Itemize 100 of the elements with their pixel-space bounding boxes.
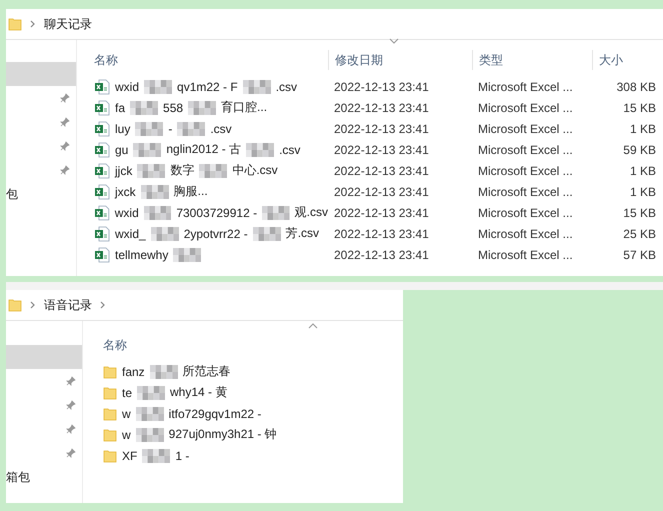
size-cell-text: 59 KB [622, 142, 656, 156]
mosaic-patch [150, 364, 178, 378]
mosaic-patch [199, 164, 228, 178]
file-name[interactable]: gu [115, 142, 128, 156]
breadcrumb-item[interactable]: 聊天记录 [44, 16, 92, 32]
spreadsheet-icon [94, 226, 110, 242]
type-cell-text: Microsoft Excel ... [477, 164, 574, 178]
pin-icon[interactable] [60, 141, 70, 151]
file-name[interactable]: 1 - [175, 448, 190, 462]
mosaic-patch [173, 248, 202, 262]
column-header[interactable]: 类型 [479, 53, 503, 67]
file-name[interactable]: 73003729912 - [176, 206, 258, 220]
file-name[interactable]: 所范志春 [182, 363, 231, 380]
mosaic-patch [144, 206, 172, 220]
mosaic-patch [135, 122, 164, 136]
folder-icon [103, 428, 117, 442]
date-cell-text: 2022-12-13 23:41 [333, 184, 430, 198]
file-name[interactable]: te [122, 386, 132, 400]
mosaic-patch [136, 428, 164, 442]
size-cell-text: 15 KB [622, 100, 656, 114]
pin-icon[interactable] [66, 424, 76, 434]
file-name[interactable]: 2ypotvrr22 - [184, 226, 248, 240]
spreadsheet-icon [94, 78, 110, 94]
column-header[interactable]: 名称 [94, 53, 118, 67]
spreadsheet-icon [94, 184, 110, 200]
file-name[interactable]: XF [122, 448, 138, 462]
pin-icon[interactable] [60, 117, 70, 127]
column-header[interactable]: 修改日期 [335, 53, 383, 67]
type-cell-text: Microsoft Excel ... [477, 184, 574, 198]
type-cell-text: Microsoft Excel ... [477, 248, 574, 262]
date-cell-text: 2022-12-13 23:41 [333, 142, 430, 156]
spreadsheet-icon [94, 142, 110, 158]
mosaic-patch [242, 80, 271, 94]
file-name[interactable]: - [168, 122, 172, 136]
file-name[interactable]: jjck [115, 164, 132, 178]
file-name[interactable]: itfo729gqv1m22 - [168, 406, 262, 420]
column-header[interactable]: 名称 [103, 338, 127, 352]
file-name[interactable]: fa [115, 100, 126, 114]
mosaic-patch [144, 80, 172, 94]
file-name[interactable]: jxck [115, 184, 136, 198]
date-cell-text: 2022-12-13 23:41 [333, 164, 430, 178]
file-name[interactable]: w [122, 428, 131, 442]
pin-icon[interactable] [66, 400, 76, 410]
file-name[interactable]: 927uj0nmy3h21 - 钟 [168, 426, 277, 443]
file-name[interactable]: nglin2012 - 古 [166, 141, 242, 158]
mosaic-patch [262, 206, 290, 220]
date-cell-text: 2022-12-13 23:41 [333, 80, 430, 94]
file-name[interactable]: wxid_ [115, 226, 146, 240]
file-name[interactable]: fanz [122, 364, 145, 378]
file-name[interactable]: why14 - 黄 [170, 384, 228, 401]
type-cell-text: Microsoft Excel ... [477, 142, 574, 156]
file-name[interactable]: .csv [276, 80, 298, 94]
file-name[interactable]: 芳.csv [286, 225, 320, 242]
file-name[interactable]: wxid [114, 206, 139, 220]
pin-icon[interactable] [66, 448, 76, 458]
date-cell-text: 2022-12-13 23:41 [333, 248, 430, 262]
size-cell-text: 15 KB [622, 206, 656, 220]
folder-icon [103, 386, 117, 400]
mosaic-patch [137, 386, 166, 400]
spreadsheet-icon [94, 120, 110, 136]
breadcrumb-item[interactable]: 语音记录 [44, 296, 92, 314]
file-name[interactable]: luy [115, 122, 130, 136]
pin-icon[interactable] [60, 93, 70, 103]
folder-icon [103, 448, 117, 462]
folder-icon [8, 298, 22, 312]
file-name[interactable]: 558 [163, 100, 184, 114]
nav-item[interactable]: 包 [6, 182, 76, 206]
mosaic-patch [137, 164, 166, 178]
nav-item[interactable]: 箱包 [6, 465, 82, 489]
folder-icon [103, 364, 117, 378]
folder-icon [103, 406, 117, 420]
file-name[interactable]: .csv [279, 142, 300, 156]
type-cell-text: Microsoft Excel ... [477, 226, 574, 240]
file-name[interactable]: tellmewhy [115, 248, 168, 262]
spreadsheet-icon [94, 246, 110, 262]
file-name[interactable]: 数字 [170, 162, 194, 179]
file-name[interactable]: 中心.csv [232, 162, 278, 179]
mosaic-patch [177, 122, 206, 136]
file-name[interactable]: w [122, 406, 131, 420]
type-cell-text: Microsoft Excel ... [477, 80, 574, 94]
date-cell-text: 2022-12-13 23:41 [333, 100, 430, 114]
file-name[interactable]: .csv [210, 122, 232, 136]
date-cell-text: 2022-12-13 23:41 [333, 206, 430, 220]
size-cell-text: 1 KB [628, 164, 656, 178]
mosaic-patch [246, 142, 274, 156]
mosaic-patch [188, 100, 216, 114]
file-name[interactable]: 观.csv [294, 204, 328, 221]
mosaic-patch [136, 406, 164, 420]
file-name[interactable]: 育口腔... [221, 99, 268, 116]
mosaic-patch [150, 226, 179, 240]
file-name[interactable]: 胸服... [174, 183, 208, 200]
size-cell-text: 25 KB [622, 226, 656, 240]
file-name[interactable]: qv1m22 - F [177, 80, 238, 94]
pin-icon[interactable] [60, 165, 70, 175]
pin-icon[interactable] [66, 376, 76, 386]
spreadsheet-icon [94, 204, 110, 220]
file-name[interactable]: wxid [115, 80, 140, 94]
column-header[interactable]: 大小 [599, 53, 623, 67]
chevron-icon [30, 20, 36, 28]
date-cell-text: 2022-12-13 23:41 [333, 226, 430, 240]
